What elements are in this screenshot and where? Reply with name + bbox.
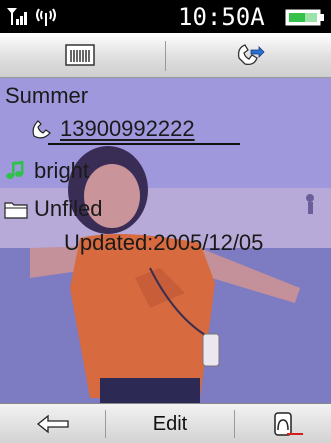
phone-number[interactable]: 13900992222 <box>60 116 195 142</box>
signal-strength-icon <box>7 8 27 25</box>
toolbar-divider <box>165 41 166 71</box>
phone-row[interactable]: 13900992222 <box>30 116 195 142</box>
back-button[interactable] <box>0 404 105 443</box>
contact-card-icon <box>274 412 303 436</box>
ringtone-label: bright <box>34 158 90 183</box>
edit-button[interactable]: Edit <box>106 404 234 443</box>
updated-date: Updated:2005/12/05 <box>64 230 264 255</box>
call-forward-icon <box>237 44 265 66</box>
phone-icon <box>32 120 51 139</box>
contact-card-button[interactable] <box>235 404 331 443</box>
phone-underline <box>48 143 240 145</box>
antenna-icon <box>36 8 56 26</box>
call-forward-button[interactable] <box>170 33 330 77</box>
clock: 10:50A <box>178 3 265 31</box>
music-note-icon <box>6 161 24 179</box>
memory-card-button[interactable] <box>0 33 160 77</box>
contact-detail-screen: 10:50A Summer 13900992222 bright Unfiled… <box>0 0 331 443</box>
softkey-bar: Edit <box>0 403 331 443</box>
memory-card-icon <box>65 44 95 66</box>
contact-details: Summer 13900992222 bright Unfiled Update… <box>0 78 331 403</box>
back-arrow-icon <box>36 414 69 434</box>
group-row[interactable]: Unfiled <box>4 196 102 222</box>
status-bar: 10:50A <box>0 0 331 33</box>
folder-icon <box>4 202 28 219</box>
top-toolbar <box>0 33 331 78</box>
ringtone-row[interactable]: bright <box>4 158 89 184</box>
contact-name: Summer <box>5 83 89 108</box>
group-label: Unfiled <box>34 196 103 221</box>
battery-icon <box>285 9 324 26</box>
